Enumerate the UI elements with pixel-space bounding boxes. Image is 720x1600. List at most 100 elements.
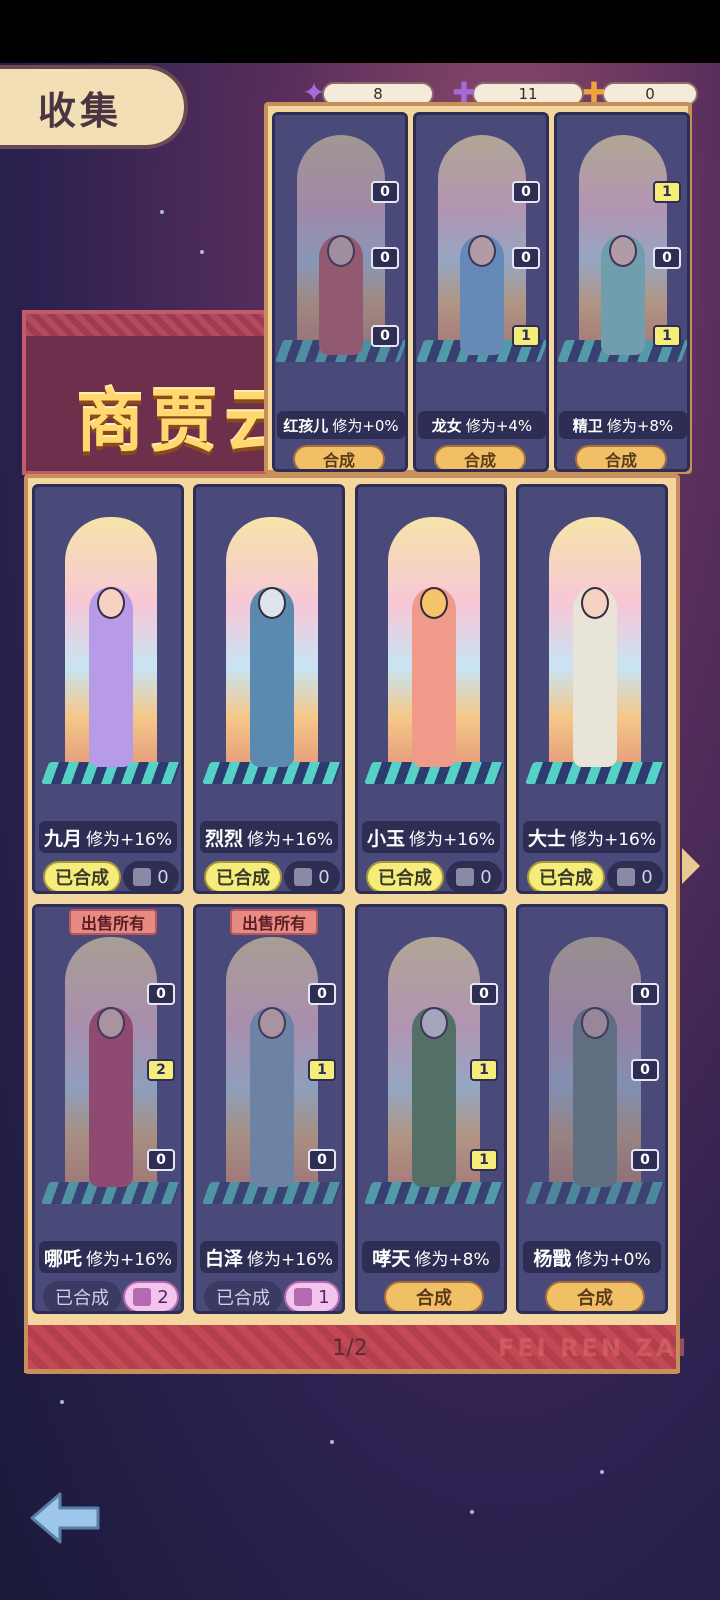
fragment-count: 0 [284, 861, 340, 891]
character-card-xiaoyu[interactable]: 小玉 修为+16% 已合成 0 [355, 484, 507, 894]
synthesize-button[interactable]: 合成 [434, 445, 526, 469]
sell-all-button[interactable]: 出售所有 [69, 909, 157, 935]
synthesized-button[interactable]: 已合成 [527, 861, 605, 891]
character-art [40, 517, 181, 807]
name-bar: 龙女 修为+4% [418, 411, 546, 439]
fragment-count: 2 [123, 1281, 179, 1311]
brand-watermark: FEI REN ZAI [498, 1334, 690, 1362]
synthesized-button[interactable]: 已合成 [204, 1281, 282, 1311]
next-page-arrow-icon[interactable] [682, 848, 700, 884]
character-card-yangjian[interactable]: 0 0 0 杨戬 修为+0% 合成 [516, 904, 668, 1314]
star-decoration [60, 1400, 64, 1404]
piece-count-badge: 0 [631, 1149, 659, 1171]
character-card-honghaier[interactable]: 0 0 0 红孩儿 修为+0% 合成 [272, 112, 408, 472]
fragment-count: 1 [284, 1281, 340, 1311]
piece-count-badge: 2 [147, 1059, 175, 1081]
synthesize-button[interactable]: 合成 [384, 1281, 484, 1311]
piece-count-badge: 0 [653, 247, 681, 269]
character-card-longnv[interactable]: 0 0 1 龙女 修为+4% 合成 [413, 112, 549, 472]
synthesize-button[interactable]: 合成 [545, 1281, 645, 1311]
name-bar: 精卫 修为+8% [559, 411, 687, 439]
name-bar: 杨戬 修为+0% [523, 1241, 661, 1273]
character-bonus: 修为+16% [85, 829, 173, 850]
piece-count-badge: 1 [308, 1059, 336, 1081]
puzzle-icon [294, 1288, 313, 1306]
character-name: 哪吒 [43, 1247, 82, 1270]
piece-count-badge: 1 [470, 1059, 498, 1081]
name-bar: 大士 修为+16% [523, 821, 661, 853]
synthesize-button[interactable]: 合成 [575, 445, 667, 469]
piece-count-badge: 1 [653, 181, 681, 203]
character-art [363, 937, 504, 1227]
character-card-lielie[interactable]: 烈烈 修为+16% 已合成 0 [193, 484, 345, 894]
name-bar: 哪吒 修为+16% [39, 1241, 177, 1273]
puzzle-icon [617, 868, 636, 886]
piece-count-badge: 0 [631, 983, 659, 1005]
puzzle-icon [294, 868, 313, 886]
character-card-dashi[interactable]: 大士 修为+16% 已合成 0 [516, 484, 668, 894]
piece-count-badge: 1 [470, 1149, 498, 1171]
piece-count-badge: 1 [653, 325, 681, 347]
piece-count-badge: 0 [512, 247, 540, 269]
piece-count-badge: 0 [147, 1149, 175, 1171]
piece-count-badge: 0 [470, 983, 498, 1005]
character-bonus: 修为+0% [332, 416, 399, 435]
character-name: 红孩儿 [283, 416, 329, 435]
character-name: 小玉 [366, 827, 405, 850]
character-bonus: 修为+4% [465, 416, 533, 435]
character-name: 精卫 [572, 416, 603, 435]
piece-count-badge: 0 [308, 1149, 336, 1171]
piece-count-badge: 0 [371, 181, 399, 203]
character-card-jingwei[interactable]: 1 0 1 精卫 修为+8% 合成 [554, 112, 690, 472]
puzzle-icon [133, 1288, 152, 1306]
sell-all-button[interactable]: 出售所有 [230, 909, 318, 935]
character-art [201, 937, 342, 1227]
character-name: 白泽 [204, 1247, 243, 1270]
status-bar [0, 0, 720, 63]
synthesized-button[interactable]: 已合成 [43, 861, 121, 891]
star-decoration [600, 1470, 604, 1474]
character-bonus: 修为+16% [246, 829, 334, 850]
character-art [524, 937, 665, 1227]
puzzle-icon [133, 868, 152, 886]
character-name: 龙女 [431, 416, 462, 435]
piece-count-badge: 0 [512, 181, 540, 203]
character-bonus: 修为+16% [408, 829, 496, 850]
character-card-nezha[interactable]: 出售所有 0 2 0 哪吒 修为+16% 已合成 2 [32, 904, 184, 1314]
character-card-baize[interactable]: 出售所有 0 1 0 白泽 修为+16% 已合成 1 [193, 904, 345, 1314]
name-bar: 烈烈 修为+16% [200, 821, 338, 853]
character-art [201, 517, 342, 807]
piece-count-badge: 0 [631, 1059, 659, 1081]
star-decoration [200, 250, 204, 254]
character-name: 哮天 [372, 1247, 411, 1270]
piece-count-badge: 0 [147, 983, 175, 1005]
synthesized-button[interactable]: 已合成 [204, 861, 282, 891]
page-title: 收集 [38, 88, 123, 133]
synthesized-button[interactable]: 已合成 [43, 1281, 121, 1311]
name-bar: 红孩儿 修为+0% [277, 411, 405, 439]
character-bonus: 修为+0% [575, 1249, 651, 1270]
character-art [363, 517, 504, 807]
back-arrow-icon[interactable] [26, 1488, 104, 1548]
synthesize-button[interactable]: 合成 [293, 445, 385, 469]
character-bonus: 修为+16% [246, 1249, 334, 1270]
name-bar: 白泽 修为+16% [200, 1241, 338, 1273]
character-art [524, 517, 665, 807]
character-name: 九月 [43, 827, 82, 850]
character-bonus: 修为+8% [414, 1249, 490, 1270]
character-card-xiaotian[interactable]: 0 1 1 哮天 修为+8% 合成 [355, 904, 507, 1314]
character-card-jiuyue[interactable]: 九月 修为+16% 已合成 0 [32, 484, 184, 894]
synthesized-button[interactable]: 已合成 [366, 861, 444, 891]
character-bonus: 修为+16% [85, 1249, 173, 1270]
page-indicator: 1/2 [332, 1336, 368, 1361]
star-decoration [470, 1510, 474, 1514]
fragment-count: 0 [446, 861, 502, 891]
fragment-count: 0 [607, 861, 663, 891]
character-name: 杨戬 [533, 1247, 572, 1270]
piece-count-badge: 0 [308, 983, 336, 1005]
name-bar: 小玉 修为+16% [362, 821, 500, 853]
puzzle-icon [456, 868, 475, 886]
character-bonus: 修为+16% [569, 829, 657, 850]
fragment-count: 0 [123, 861, 179, 891]
page-title-tab: 收集 [0, 65, 188, 149]
